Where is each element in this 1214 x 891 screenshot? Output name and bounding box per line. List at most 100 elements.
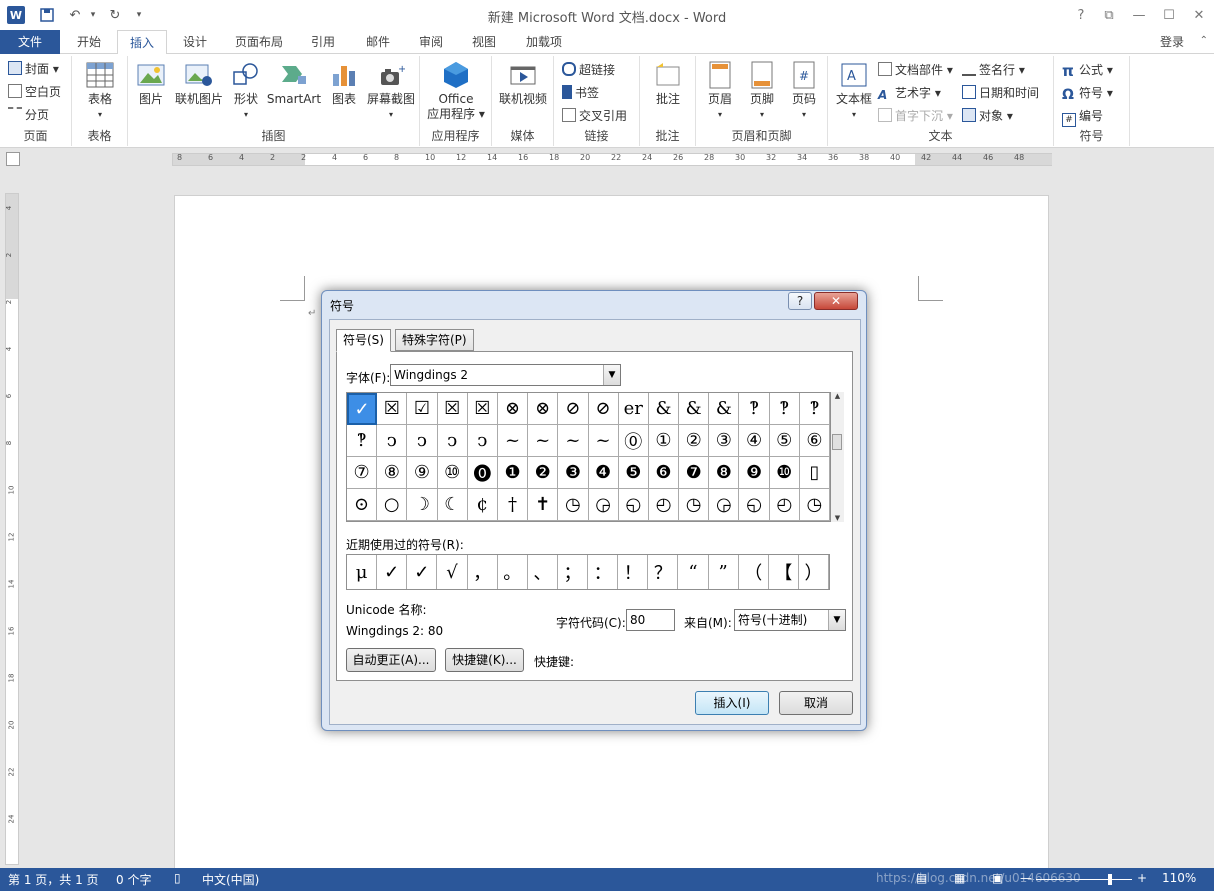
cancel-button[interactable]: 取消: [779, 691, 853, 715]
scroll-up-icon[interactable]: ▲: [831, 392, 844, 400]
symbol-cell[interactable]: &: [679, 393, 710, 425]
date-time-button[interactable]: 日期和时间: [962, 83, 1039, 103]
cover-page-button[interactable]: 封面 ▾: [8, 59, 59, 79]
symbol-cell[interactable]: &: [709, 393, 740, 425]
symbol-cell[interactable]: ④: [739, 425, 770, 457]
symbol-cell[interactable]: †: [497, 489, 529, 521]
symbol-cell[interactable]: ❸: [558, 457, 589, 489]
language[interactable]: 中文(中国): [202, 871, 259, 888]
symbol-cell[interactable]: ❺: [618, 457, 649, 489]
symbol-cell[interactable]: ↄ: [407, 425, 438, 457]
symbol-cell[interactable]: ◶: [709, 489, 740, 521]
symbol-cell[interactable]: ⑦: [347, 457, 378, 489]
comment-button[interactable]: 批注: [648, 60, 688, 107]
symbol-cell[interactable]: ~: [528, 425, 559, 457]
symbol-cell[interactable]: ‽: [799, 393, 830, 425]
chart-button[interactable]: 图表: [326, 60, 362, 107]
tab-addins[interactable]: 加载项: [514, 30, 574, 54]
character-code-input[interactable]: 80: [626, 609, 675, 631]
chevron-down-icon[interactable]: ▼: [603, 365, 620, 385]
zoom-slider-thumb[interactable]: [1108, 874, 1112, 885]
cross-reference-button[interactable]: 交叉引用: [562, 106, 627, 126]
recent-symbol-cell[interactable]: ”: [709, 555, 739, 589]
symbol-cell[interactable]: ☒: [437, 393, 468, 425]
symbol-cell[interactable]: ~: [588, 425, 619, 457]
symbol-cell[interactable]: ❷: [528, 457, 559, 489]
symbol-cell[interactable]: ¢: [467, 489, 498, 521]
smartart-button[interactable]: SmartArt: [266, 60, 322, 107]
word-count[interactable]: 0 个字: [116, 871, 151, 888]
tab-page-layout[interactable]: 页面布局: [224, 30, 294, 54]
symbol-cell[interactable]: ‽: [347, 425, 378, 457]
symbol-cell[interactable]: ▯: [799, 457, 830, 489]
recent-symbol-cell[interactable]: √: [437, 555, 468, 589]
symbol-cell[interactable]: ①: [648, 425, 680, 457]
symbol-cell[interactable]: ⓿: [467, 457, 498, 489]
drop-cap-button[interactable]: 首字下沉 ▾: [878, 106, 953, 126]
symbol-cell[interactable]: ❼: [679, 457, 710, 489]
proofing-icon[interactable]: ▯: [174, 871, 181, 885]
recent-symbol-cell[interactable]: ？: [648, 555, 679, 589]
chevron-down-icon[interactable]: ▼: [828, 610, 845, 630]
help-button[interactable]: ?: [1069, 4, 1093, 26]
page-number-button[interactable]: # 页码 ▾: [784, 60, 824, 122]
symbol-cell[interactable]: ↄ: [467, 425, 498, 457]
blank-page-button[interactable]: 空白页: [8, 82, 61, 102]
scroll-down-icon[interactable]: ▼: [831, 514, 844, 522]
symbol-button[interactable]: Ω 符号 ▾: [1062, 83, 1113, 103]
tab-insert[interactable]: 插入: [117, 30, 167, 55]
collapse-ribbon-icon[interactable]: ⌃: [1200, 35, 1208, 46]
zoom-out-icon[interactable]: —: [1020, 871, 1032, 885]
recent-symbol-cell[interactable]: ；: [558, 555, 588, 589]
zoom-slider[interactable]: [1036, 879, 1132, 880]
sign-in-link[interactable]: 登录: [1160, 30, 1184, 54]
symbol-cell[interactable]: ☾: [437, 489, 468, 521]
dialog-close-button[interactable]: ✕: [814, 292, 858, 310]
symbol-cell[interactable]: ✓: [347, 393, 378, 425]
recent-symbol-cell[interactable]: 、: [528, 555, 558, 589]
symbol-cell[interactable]: ✝: [528, 489, 559, 521]
recent-symbol-cell[interactable]: （: [739, 555, 769, 589]
symbol-cell[interactable]: ⑩: [437, 457, 468, 489]
wordart-button[interactable]: A 艺术字 ▾: [878, 83, 941, 103]
symbol-cell[interactable]: ❹: [588, 457, 619, 489]
minimize-button[interactable]: —: [1127, 4, 1151, 26]
recent-symbol-cell[interactable]: ✓: [407, 555, 438, 589]
scroll-thumb[interactable]: [832, 434, 842, 450]
recent-symbol-cell[interactable]: ）: [799, 555, 829, 589]
symbol-cell[interactable]: ◴: [648, 489, 680, 521]
table-button[interactable]: 表格 ▾: [82, 60, 118, 122]
symbol-cell[interactable]: ⑥: [799, 425, 830, 457]
zoom-level[interactable]: 110%: [1162, 871, 1196, 885]
symbol-cell[interactable]: ❶: [497, 457, 529, 489]
horizontal-ruler[interactable]: 8 6 4 2 2 4 6 8 10 12 14 16 18 20 22 24 26 28 30 32 34 36 38 40…: [0, 148, 1214, 170]
symbol-cell[interactable]: ⊗: [528, 393, 559, 425]
recent-symbol-cell[interactable]: ，: [468, 555, 498, 589]
symbol-cell[interactable]: ○: [377, 489, 408, 521]
symbol-cell[interactable]: &: [648, 393, 680, 425]
recent-symbol-cell[interactable]: 【: [769, 555, 799, 589]
symbol-cell[interactable]: ❾: [739, 457, 770, 489]
symbol-grid-scrollbar[interactable]: ▲ ▼: [831, 392, 844, 522]
symbol-cell[interactable]: ⊗: [497, 393, 529, 425]
recent-symbol-cell[interactable]: “: [678, 555, 709, 589]
tab-symbols[interactable]: 符号(S): [336, 329, 391, 352]
bookmark-button[interactable]: 书签: [562, 83, 599, 103]
symbol-cell[interactable]: ☒: [467, 393, 498, 425]
shapes-button[interactable]: 形状 ▾: [228, 60, 264, 122]
symbol-cell[interactable]: ◶: [588, 489, 619, 521]
shortcut-key-button[interactable]: 快捷键(K)...: [445, 648, 524, 672]
symbol-cell[interactable]: ~: [497, 425, 529, 457]
tab-special-characters[interactable]: 特殊字符(P): [395, 329, 474, 351]
symbol-cell[interactable]: ❽: [709, 457, 740, 489]
symbol-cell[interactable]: ~: [558, 425, 589, 457]
symbol-cell[interactable]: ◷: [558, 489, 589, 521]
read-mode-icon[interactable]: ▤: [916, 871, 927, 885]
quick-parts-button[interactable]: 文档部件 ▾: [878, 60, 953, 80]
vertical-ruler[interactable]: 4 2 2 4 6 8 10 12 14 16 18 20 22 24: [5, 193, 19, 865]
hyperlink-button[interactable]: 超链接: [562, 60, 615, 80]
textbox-button[interactable]: A 文本框 ▾: [832, 60, 876, 122]
symbol-cell[interactable]: ⊘: [588, 393, 619, 425]
tab-home[interactable]: 开始: [62, 30, 116, 54]
maximize-button[interactable]: ☐: [1157, 4, 1181, 26]
